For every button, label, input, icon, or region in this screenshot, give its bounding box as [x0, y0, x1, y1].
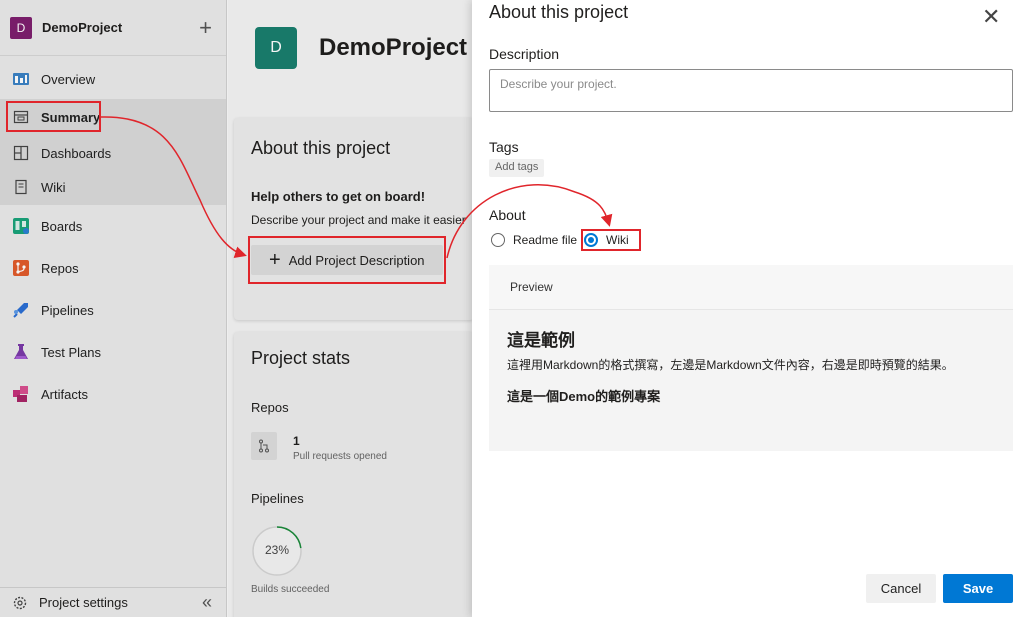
radio-readme-file[interactable]: Readme file — [491, 233, 577, 247]
about-project-panel: About this project ✕ Description Describ… — [472, 0, 1024, 617]
radio-readme-label: Readme file — [513, 233, 578, 247]
save-button[interactable]: Save — [943, 574, 1013, 603]
tags-label: Tags — [489, 139, 519, 155]
preview-subheading: 這是一個Demo的範例專案 — [507, 389, 661, 404]
about-label: About — [489, 207, 526, 223]
radio-wiki-label: Wiki — [606, 233, 629, 247]
preview-body: 這是範例 這裡用Markdown的格式撰寫，左邊是Markdown文件內容，右邊… — [489, 326, 1013, 405]
panel-title: About this project — [489, 2, 629, 22]
preview-heading: 這是範例 — [507, 331, 575, 350]
radio-button-unchecked[interactable] — [491, 233, 505, 247]
modal-overlay[interactable] — [0, 0, 472, 617]
preview-paragraph: 這裡用Markdown的格式撰寫，左邊是Markdown文件內容，右邊是即時預覽… — [507, 358, 954, 372]
radio-button-checked[interactable] — [584, 233, 598, 247]
preview-header: Preview — [489, 265, 1013, 310]
close-icon[interactable]: ✕ — [982, 4, 1000, 30]
description-input[interactable]: Describe your project. — [489, 69, 1013, 112]
cancel-button[interactable]: Cancel — [866, 574, 936, 603]
radio-wiki[interactable]: Wiki — [584, 233, 629, 247]
add-tags-input[interactable]: Add tags — [489, 159, 545, 177]
description-label: Description — [489, 46, 560, 62]
preview-pane: Preview 這是範例 這裡用Markdown的格式撰寫，左邊是Markdow… — [489, 265, 1013, 451]
